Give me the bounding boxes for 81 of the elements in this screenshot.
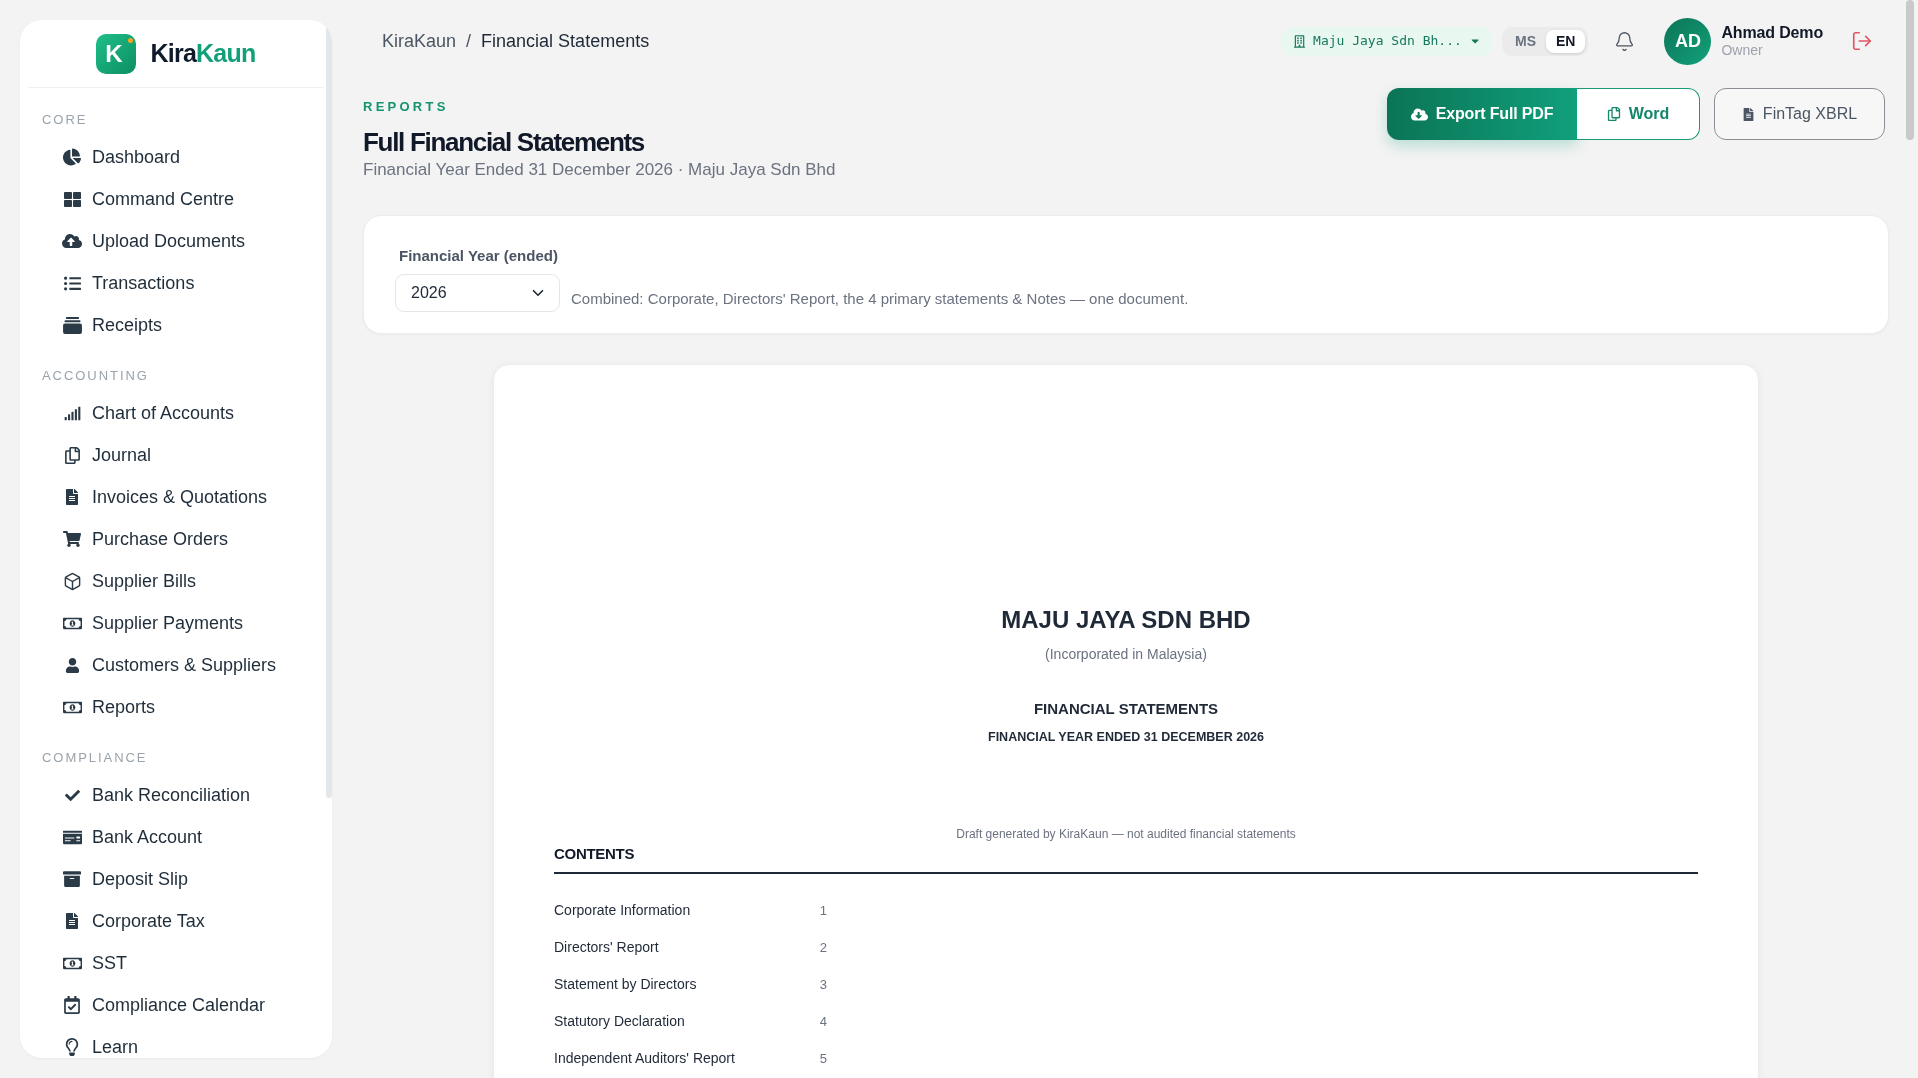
section-title: ACCOUNTING <box>41 368 150 384</box>
contents-entry: Corporate Information <box>554 901 691 918</box>
draft-note: Draft generated by KiraKaun — not audited financial statements <box>956 827 1296 841</box>
nav-item[interactable]: Purchase Orders <box>20 518 324 560</box>
notification-bell-icon[interactable] <box>1614 30 1636 52</box>
section-eyebrow: REPORTS <box>363 99 450 115</box>
contents-entry: Statutory Declaration <box>554 1012 685 1029</box>
section-title: COMPLIANCE <box>41 750 149 766</box>
logo-letter: K <box>105 41 123 66</box>
contents-entry: Directors' Report <box>554 938 659 955</box>
company-selector[interactable]: Maju Jaya Sdn Bh... <box>1282 26 1492 56</box>
page-number: 3 <box>819 976 827 992</box>
nav-item[interactable]: Corporate Tax <box>20 900 324 942</box>
export-pdf-button[interactable]: Export Full PDF <box>1387 88 1577 140</box>
tray-icon <box>62 316 82 334</box>
year-select[interactable]: 2026 <box>395 274 560 312</box>
nav-item[interactable]: Invoices & Quotations <box>20 476 324 518</box>
logout-icon[interactable] <box>1851 30 1873 52</box>
nav-item[interactable]: Bank Account <box>20 816 324 858</box>
building-icon <box>1294 34 1306 48</box>
archive-icon <box>63 870 81 888</box>
language-option[interactable]: MS <box>1505 29 1546 53</box>
box-icon <box>62 571 82 591</box>
copy-icon <box>63 446 81 464</box>
nav-item[interactable]: Supplier Bills <box>20 560 324 602</box>
document-heading: FINANCIAL STATEMENTS <box>1033 700 1219 717</box>
scrollbar-thumb[interactable] <box>1906 0 1914 140</box>
period-heading: FINANCIAL YEAR ENDED 31 DECEMBER 2026 <box>988 730 1264 744</box>
user-name: Ahmad Demo <box>1721 23 1823 42</box>
nav-item[interactable]: Receipts <box>20 304 324 346</box>
nav-item[interactable]: Compliance Calendar <box>20 984 324 1026</box>
nav-item[interactable]: SST <box>20 942 324 984</box>
bar-chart-icon <box>63 404 81 422</box>
nav-item[interactable]: Chart of Accounts <box>20 392 324 434</box>
check-icon <box>64 787 80 803</box>
brand-name: KiraKaun <box>150 41 256 66</box>
nav-item[interactable]: Customers & Suppliers <box>20 644 324 686</box>
user-role: Owner <box>1721 42 1764 59</box>
page-number: 1 <box>819 902 827 918</box>
nav-item[interactable]: Reports <box>20 686 324 728</box>
lightbulb-icon <box>63 1038 81 1056</box>
nav-item[interactable]: Transactions <box>20 262 324 304</box>
contents-entry: Statement by Directors <box>554 975 697 992</box>
breadcrumb-current: Financial Statements <box>481 29 650 53</box>
calendar-check-icon <box>63 996 81 1014</box>
nav-item[interactable]: Supplier Payments <box>20 602 324 644</box>
language-option[interactable]: EN <box>1546 29 1586 53</box>
filter-note: Combined: Corporate, Directors' Report, the 4 primary statements & Notes — one document. <box>571 289 1189 309</box>
page-number: 5 <box>819 1050 827 1066</box>
nav-item[interactable]: Dashboard <box>20 136 324 178</box>
document-icon <box>64 489 80 505</box>
document-icon <box>64 913 80 929</box>
section-title: CORE <box>41 112 89 128</box>
document-icon <box>1741 107 1755 121</box>
list-icon <box>63 274 81 292</box>
pie-chart-icon <box>63 148 81 166</box>
page-subtitle: Financial Year Ended 31 December 2026 · Maju Jaya Sdn Bhd <box>363 159 836 181</box>
nav-item[interactable]: Learn <box>20 1026 324 1058</box>
page-number: 4 <box>819 1013 827 1029</box>
breadcrumb-separator: / <box>466 29 472 53</box>
breadcrumb-link[interactable]: KiraKaun <box>382 27 457 55</box>
cloud-upload-icon <box>62 231 82 251</box>
field-label: Financial Year (ended) <box>399 247 558 264</box>
company-name: MAJU JAYA SDN BHD <box>1001 606 1251 633</box>
grid-icon <box>63 190 81 208</box>
xbrl-button[interactable]: FinTag XBRL <box>1714 88 1885 140</box>
page-number: 2 <box>819 939 827 955</box>
page-title: Full Financial Statements <box>363 126 645 158</box>
nav-item[interactable]: Deposit Slip <box>20 858 324 900</box>
avatar[interactable]: AD <box>1664 17 1712 65</box>
incorporation-note: (Incorporated in Malaysia) <box>1045 646 1207 662</box>
nav-item[interactable]: Bank Reconciliation <box>20 774 324 816</box>
cart-icon <box>63 530 81 548</box>
word-button[interactable]: Word <box>1577 88 1700 140</box>
nav-item[interactable]: Command Centre <box>20 178 324 220</box>
nav-item[interactable]: Upload Documents <box>20 220 324 262</box>
contents-entry: Independent Auditors' Report <box>554 1049 735 1066</box>
nav-item[interactable]: Journal <box>20 434 324 476</box>
user-icon <box>64 657 80 673</box>
copy-icon <box>1606 107 1621 121</box>
contents-title: CONTENTS <box>554 845 635 862</box>
